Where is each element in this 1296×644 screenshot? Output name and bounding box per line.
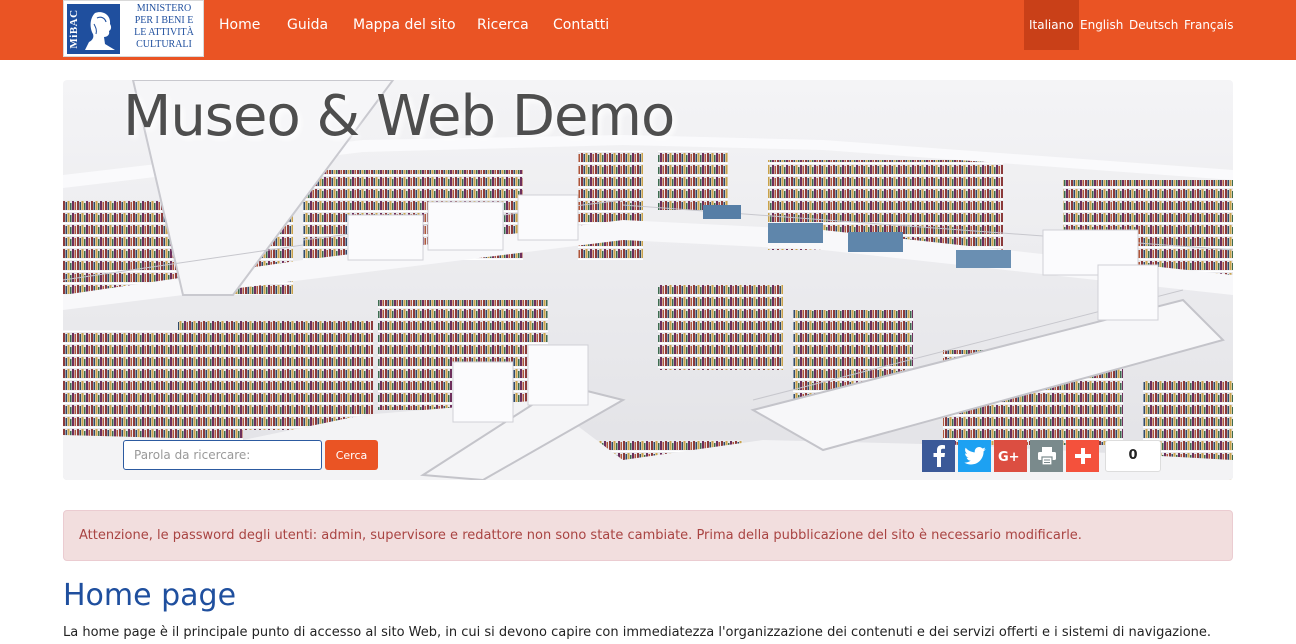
logo-line: PER I BENI E [134,15,194,26]
search-button[interactable]: Cerca [325,440,378,470]
logo-line: CULTURALI [136,39,192,50]
hero-banner: Museo & Web Demo Cerca G+ 0 [63,80,1233,480]
logo-mark-text: MiBAC [68,9,80,49]
facebook-icon [933,445,945,467]
logo-line: LE ATTIVITÀ [134,27,194,38]
nav-home[interactable]: Home [219,0,260,50]
google-plus-share-button[interactable]: G+ [994,440,1027,472]
nav-contatti[interactable]: Contatti [553,0,609,50]
language-francais[interactable]: Français [1184,0,1233,50]
facebook-share-button[interactable] [922,440,955,472]
site-title: Museo & Web Demo [123,84,675,149]
twitter-icon [963,447,986,465]
plus-icon [1074,448,1091,464]
nav-mappa-del-sito[interactable]: Mappa del sito [353,0,456,50]
twitter-share-button[interactable] [958,440,991,472]
language-english[interactable]: English [1080,0,1123,50]
language-deutsch[interactable]: Deutsch [1129,0,1178,50]
search-input[interactable] [123,440,322,470]
intro-paragraph: La home page è il principale punto di ac… [63,625,1212,640]
top-navbar: MiBAC MINISTERO PER I BENI E LE ATTIVITÀ… [0,0,1296,60]
more-share-button[interactable] [1066,440,1099,472]
language-italiano[interactable]: Italiano [1024,0,1079,50]
print-button[interactable] [1030,440,1063,472]
print-icon [1037,447,1056,465]
bust-icon [85,12,115,50]
mibac-logo-mark: MiBAC [67,4,120,54]
nav-guida[interactable]: Guida [287,0,328,50]
share-counter: 0 [1105,440,1161,472]
page-title: Home page [63,578,237,613]
google-plus-icon: G+ [998,450,1020,464]
svg-text:G+: G+ [998,450,1020,464]
logo-text: MINISTERO PER I BENI E LE ATTIVITÀ CULTU… [124,3,204,51]
password-warning-alert: Attenzione, le password degli utenti: ad… [63,510,1233,561]
mibac-logo[interactable]: MiBAC MINISTERO PER I BENI E LE ATTIVITÀ… [63,0,204,57]
logo-line: MINISTERO [136,3,192,14]
nav-ricerca[interactable]: Ricerca [477,0,529,50]
